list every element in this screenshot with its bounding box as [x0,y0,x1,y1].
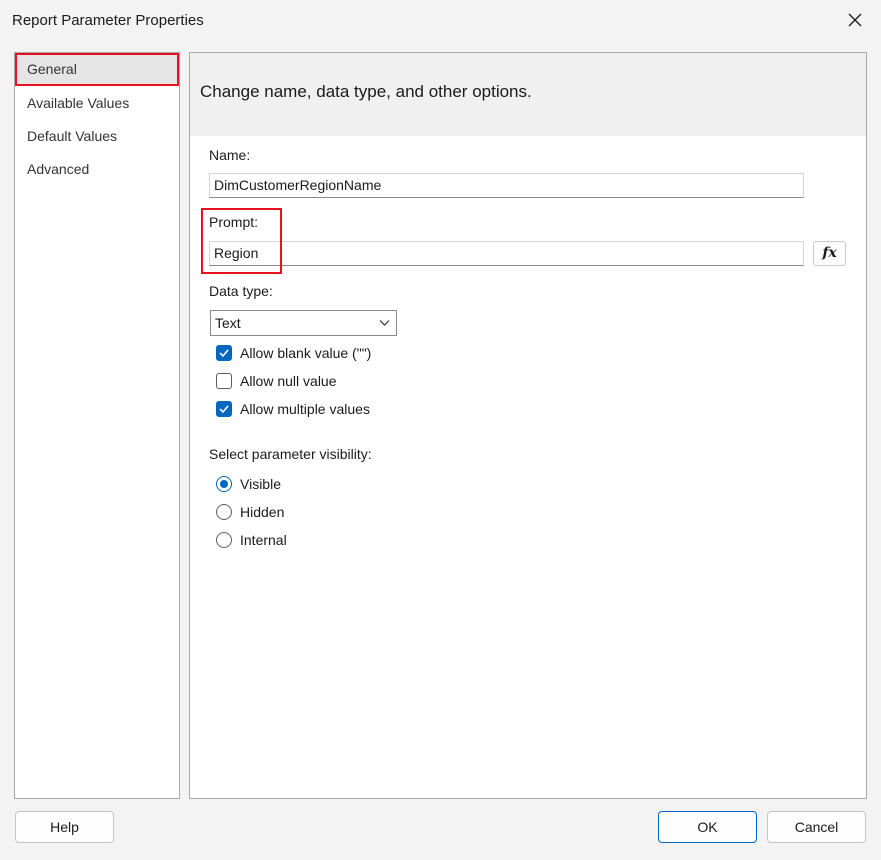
window-title: Report Parameter Properties [12,12,204,29]
radio-label: Visible [240,476,281,492]
close-button[interactable] [839,6,871,34]
checkmark-icon [219,405,229,414]
nav-item-label: General [27,61,77,77]
name-input[interactable]: DimCustomerRegionName [209,173,804,198]
nav-item-advanced[interactable]: Advanced [15,153,179,186]
title-bar: Report Parameter Properties [0,0,881,40]
checkbox-label: Allow multiple values [240,401,370,417]
checkmark-icon [219,349,229,358]
fx-icon: fx [822,245,837,261]
data-type-select[interactable]: Text [210,310,397,336]
content-panel: Change name, data type, and other option… [189,52,867,799]
nav-item-available-values[interactable]: Available Values [15,87,179,120]
radio-circle [216,476,232,492]
checkbox-box [216,345,232,361]
prompt-input[interactable]: Region [209,241,804,266]
nav-item-label: Available Values [27,95,130,111]
checkbox-box [216,401,232,417]
name-label: Name: [209,147,251,163]
data-type-label: Data type: [209,283,273,299]
radio-circle [216,504,232,520]
nav-item-general[interactable]: General [15,53,179,86]
radio-label: Hidden [240,504,285,520]
chevron-down-icon [379,320,390,326]
nav-item-default-values[interactable]: Default Values [15,120,179,153]
radio-label: Internal [240,532,287,548]
checkbox-label: Allow null value [240,373,337,389]
checkbox-label: Allow blank value ("") [240,345,372,361]
expression-button[interactable]: fx [813,241,846,266]
ok-button[interactable]: OK [658,811,757,843]
cancel-button[interactable]: Cancel [767,811,866,843]
nav-panel: General Available Values Default Values … [14,52,180,799]
data-type-value: Text [215,315,241,331]
visibility-label: Select parameter visibility: [209,446,372,462]
close-icon [848,13,862,27]
checkbox-box [216,373,232,389]
header-text: Change name, data type, and other option… [200,82,532,101]
radio-circle [216,532,232,548]
help-button[interactable]: Help [15,811,114,843]
content-header: Change name, data type, and other option… [190,53,866,136]
nav-item-label: Advanced [27,161,90,177]
prompt-label: Prompt: [209,214,259,230]
nav-item-label: Default Values [27,128,118,144]
